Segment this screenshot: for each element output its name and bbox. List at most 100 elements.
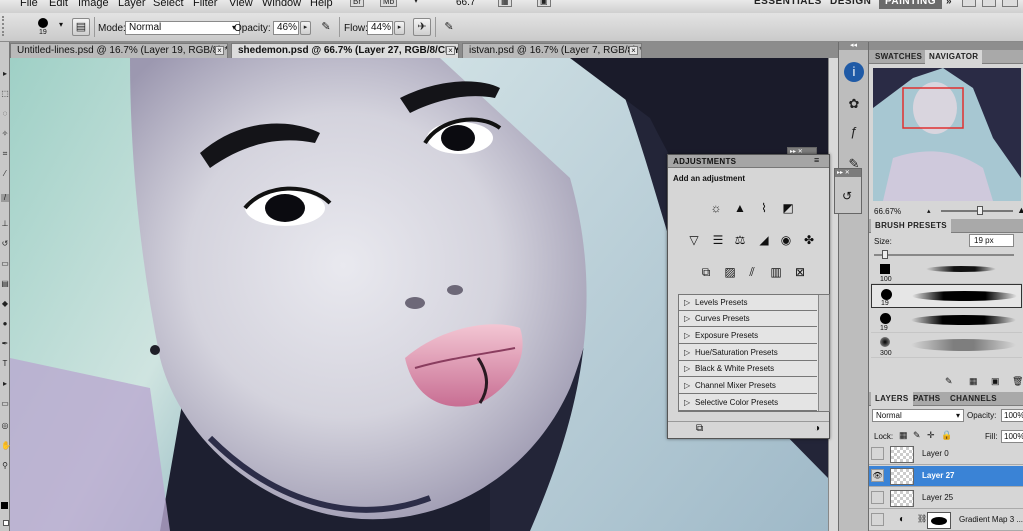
brightness-contrast-icon[interactable]: ☼ xyxy=(708,201,724,215)
brush-panel-toggle-icon[interactable]: ▤ xyxy=(72,18,90,36)
navigator-zoom-value[interactable]: 66.67% xyxy=(874,207,901,216)
layer-row-selected[interactable]: 👁 Layer 27 xyxy=(869,466,1023,487)
selective-color-icon[interactable]: ⊠ xyxy=(792,265,808,279)
posterize-icon[interactable]: ▨ xyxy=(722,265,738,279)
dodge-tool-icon[interactable]: ● xyxy=(1,320,9,328)
menu-select[interactable]: Select xyxy=(153,0,184,9)
close-icon[interactable] xyxy=(1002,0,1018,7)
tab-brush-presets[interactable]: BRUSH PRESETS xyxy=(871,219,951,233)
visibility-toggle[interactable] xyxy=(871,447,884,460)
brush-size-slider[interactable] xyxy=(874,254,1014,256)
expand-triangle-icon[interactable]: ▷ xyxy=(684,378,690,393)
levels-icon[interactable]: ▲ xyxy=(732,201,748,215)
delete-brush-icon[interactable]: 🗑 xyxy=(1012,376,1023,387)
preset-levels[interactable]: ▷ Levels Presets xyxy=(679,295,817,311)
shape-tool-icon[interactable]: ▭ xyxy=(1,400,9,408)
flow-slider-toggle-icon[interactable]: ▸ xyxy=(394,21,405,35)
eye-icon[interactable]: 👁 xyxy=(871,469,884,482)
expand-triangle-icon[interactable]: ▷ xyxy=(684,395,690,410)
layer-name[interactable]: Gradient Map 3 ... xyxy=(959,515,1023,524)
lock-position-icon[interactable]: ✛ xyxy=(927,430,935,441)
opacity-slider-toggle-icon[interactable]: ▸ xyxy=(300,21,311,35)
brush-grid-icon[interactable]: ▦ xyxy=(969,376,978,387)
close-tab-icon[interactable]: × xyxy=(446,46,455,55)
mini-bridge-button[interactable]: Mb xyxy=(380,0,398,7)
preset-channel-mixer[interactable]: ▷ Channel Mixer Presets xyxy=(679,378,817,394)
eraser-tool-icon[interactable]: ▭ xyxy=(1,260,9,268)
brush-picker-arrow[interactable]: ▾ xyxy=(59,20,63,29)
eyedropper-tool-icon[interactable]: ⁄ xyxy=(1,170,9,178)
collapse-dock-icon[interactable]: ◂◂ xyxy=(839,42,868,50)
tab-paths[interactable]: PATHS xyxy=(909,392,944,406)
preset-hue-saturation[interactable]: ▷ Hue/Saturation Presets xyxy=(679,345,817,361)
3d-tool-icon[interactable]: ◎ xyxy=(1,422,9,430)
tab-istvan[interactable]: istvan.psd @ 16.7% (Layer 7, RGB/8) * × xyxy=(462,43,642,58)
expand-triangle-icon[interactable]: ▷ xyxy=(684,311,690,326)
lock-all-icon[interactable]: 🔒 xyxy=(941,430,952,441)
color-palette-icon[interactable]: ✿ xyxy=(844,94,864,114)
layer-name[interactable]: Layer 25 xyxy=(922,493,953,502)
gradient-tool-icon[interactable]: ▤ xyxy=(1,280,9,288)
zoom-level[interactable]: 66.7 xyxy=(456,0,475,8)
photo-filter-icon[interactable]: ◉ xyxy=(778,233,794,247)
history-brush-tool-icon[interactable]: ↺ xyxy=(1,240,9,248)
gradient-map-icon[interactable]: ▥ xyxy=(768,265,784,279)
menu-help[interactable]: Help xyxy=(310,0,333,9)
invert-icon[interactable]: ⧉ xyxy=(698,265,714,279)
navigator-preview[interactable] xyxy=(873,68,1021,201)
path-select-tool-icon[interactable]: ▸ xyxy=(1,380,9,388)
expand-triangle-icon[interactable]: ▷ xyxy=(684,295,690,310)
crop-tool-icon[interactable]: ⌗ xyxy=(1,150,9,158)
tab-channels[interactable]: CHANNELS xyxy=(946,392,1001,406)
brush-size-thumb[interactable] xyxy=(882,250,888,259)
adjustment-visibility-icon[interactable]: ◑ xyxy=(814,423,820,434)
lock-pixels-icon[interactable]: ✎ xyxy=(913,430,921,441)
workspace-essentials[interactable]: ESSENTIALS xyxy=(748,0,828,9)
move-tool-icon[interactable]: ▸ xyxy=(1,70,9,78)
navigator-zoom-thumb[interactable] xyxy=(977,206,983,215)
tab-navigator[interactable]: NAVIGATOR xyxy=(925,50,983,64)
zoom-out-icon[interactable]: ▴ xyxy=(927,207,937,215)
more-workspaces[interactable]: » xyxy=(940,0,958,9)
mode-select[interactable]: Normal ▾ xyxy=(125,21,240,35)
pressure-opacity-icon[interactable]: ✎ xyxy=(317,19,335,37)
clone-stamp-tool-icon[interactable]: ⊥ xyxy=(1,220,9,228)
menu-view[interactable]: View xyxy=(229,0,253,9)
blur-tool-icon[interactable]: ◆ xyxy=(1,300,9,308)
layer-row[interactable]: Layer 0 xyxy=(869,444,1023,465)
pen-tool-icon[interactable]: ✒ xyxy=(1,340,9,348)
airbrush-icon[interactable]: ✈ xyxy=(413,18,431,36)
flow-input[interactable]: 44% xyxy=(367,21,393,35)
vibrance-icon[interactable]: ▽ xyxy=(686,233,702,247)
menu-layer[interactable]: Layer xyxy=(118,0,146,9)
tab-untitled-lines[interactable]: Untitled-lines.psd @ 16.7% (Layer 19, RG… xyxy=(10,43,228,58)
expand-triangle-icon[interactable]: ▷ xyxy=(684,345,690,360)
blend-mode-select[interactable]: Normal ▾ xyxy=(872,409,964,422)
mini-panel-header[interactable]: ▸▸ ✕ xyxy=(835,169,861,177)
panel-menu-icon[interactable]: ≡ xyxy=(814,155,819,165)
brush-preset-row[interactable]: 19 xyxy=(871,309,1022,333)
bridge-button[interactable]: Br xyxy=(350,0,364,7)
hand-tool-icon[interactable]: ✋ xyxy=(1,442,11,450)
preset-exposure[interactable]: ▷ Exposure Presets xyxy=(679,328,817,344)
clip-to-layer-icon[interactable]: ⧉ xyxy=(696,423,703,434)
preset-black-white[interactable]: ▷ Black & White Presets xyxy=(679,361,817,377)
screen-mode-button[interactable]: ▣ xyxy=(537,0,551,7)
background-color-swatch[interactable] xyxy=(3,520,9,526)
opacity-input[interactable]: 46% xyxy=(273,21,299,35)
preset-selective-color[interactable]: ▷ Selective Color Presets xyxy=(679,395,817,411)
fx-styles-icon[interactable]: ƒ xyxy=(844,122,864,142)
layer-name[interactable]: Layer 27 xyxy=(922,471,954,480)
adjustments-title[interactable]: ADJUSTMENTS xyxy=(673,157,736,166)
info-icon[interactable]: i xyxy=(844,62,864,82)
new-brush-icon[interactable]: ▣ xyxy=(991,376,1000,387)
toggle-brush-panel-icon[interactable]: ✎ xyxy=(945,376,953,387)
brush-preset-row[interactable]: 300 xyxy=(871,334,1022,358)
brush-tip-icon[interactable] xyxy=(38,18,48,28)
exposure-icon[interactable]: ◩ xyxy=(780,201,796,215)
lock-transparency-icon[interactable]: ▦ xyxy=(899,430,908,441)
zoom-in-icon[interactable]: ▲ xyxy=(1017,205,1023,215)
threshold-icon[interactable]: ⫽ xyxy=(744,265,760,279)
brush-preset-row-selected[interactable]: 19 xyxy=(871,284,1022,308)
brush-tool-icon[interactable]: / xyxy=(1,194,9,202)
